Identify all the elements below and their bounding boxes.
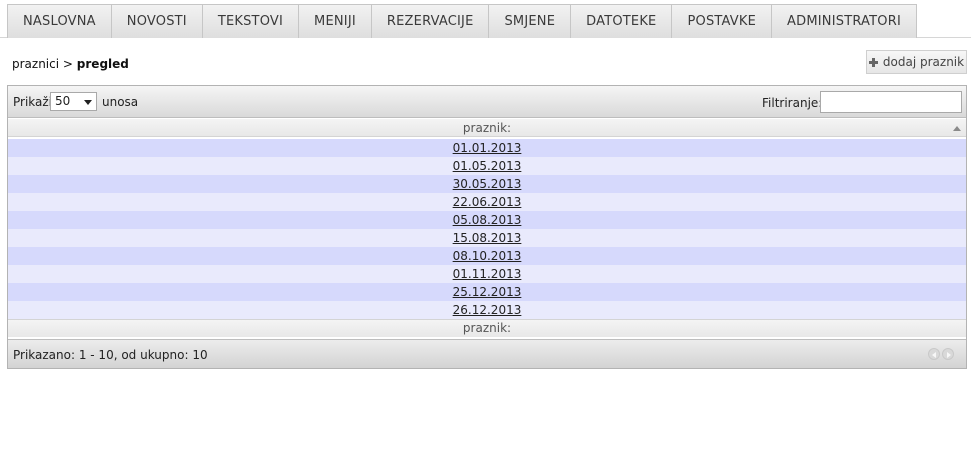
table-row: 01.01.2013 bbox=[8, 139, 966, 157]
breadcrumb-parent[interactable]: praznici bbox=[12, 57, 59, 71]
filter-input[interactable] bbox=[820, 91, 962, 113]
table-info-text: Prikazano: 1 - 10, od ukupno: 10 bbox=[13, 348, 208, 362]
holiday-link[interactable]: 05.08.2013 bbox=[453, 213, 522, 227]
plus-icon bbox=[868, 57, 878, 67]
tab-administratori[interactable]: ADMINISTRATORI bbox=[771, 4, 917, 38]
table-toolbar: Prikaži 50 unosa Filtriranje: bbox=[8, 86, 966, 118]
tab-bar: NASLOVNA NOVOSTI TEKSTOVI MENIJI REZERVA… bbox=[7, 4, 917, 38]
previous-page-icon[interactable] bbox=[928, 348, 940, 360]
page-length-select[interactable]: 50 bbox=[50, 92, 97, 111]
tab-meniji[interactable]: MENIJI bbox=[298, 4, 372, 38]
table-row: 30.05.2013 bbox=[8, 175, 966, 193]
tab-naslovna[interactable]: NASLOVNA bbox=[7, 4, 112, 38]
add-holiday-label: dodaj praznik bbox=[882, 55, 965, 69]
holiday-link[interactable]: 01.01.2013 bbox=[453, 141, 522, 155]
table-row: 01.11.2013 bbox=[8, 265, 966, 283]
tab-smjene[interactable]: SMJENE bbox=[488, 4, 572, 38]
tab-datoteke[interactable]: DATOTEKE bbox=[570, 4, 673, 38]
table-row: 26.12.2013 bbox=[8, 301, 966, 319]
holidays-table: Prikaži 50 unosa Filtriranje: praznik: 0… bbox=[7, 85, 967, 369]
table-row: 08.10.2013 bbox=[8, 247, 966, 265]
table-body: 01.01.2013 01.05.2013 30.05.2013 22.06.2… bbox=[8, 139, 966, 319]
column-footer-label: praznik: bbox=[462, 321, 512, 335]
table-row: 25.12.2013 bbox=[8, 283, 966, 301]
next-page-icon[interactable] bbox=[942, 348, 954, 360]
holiday-link[interactable]: 01.05.2013 bbox=[453, 159, 522, 173]
table-row: 15.08.2013 bbox=[8, 229, 966, 247]
holiday-link[interactable]: 08.10.2013 bbox=[453, 249, 522, 263]
pagination bbox=[928, 348, 954, 360]
table-row: 05.08.2013 bbox=[8, 211, 966, 229]
holiday-link[interactable]: 26.12.2013 bbox=[453, 303, 522, 317]
holiday-link[interactable]: 01.11.2013 bbox=[453, 267, 522, 281]
add-holiday-button[interactable]: dodaj praznik bbox=[866, 50, 967, 74]
table-row: 22.06.2013 bbox=[8, 193, 966, 211]
page-length-value: 50 bbox=[55, 94, 71, 108]
column-header-praznik[interactable]: praznik: bbox=[8, 119, 966, 137]
tab-novosti[interactable]: NOVOSTI bbox=[110, 4, 203, 38]
tab-tekstovi[interactable]: TEKSTOVI bbox=[201, 4, 300, 38]
column-footer-praznik: praznik: bbox=[8, 319, 966, 337]
column-header-label: praznik: bbox=[462, 121, 512, 135]
top-navigation: NASLOVNA NOVOSTI TEKSTOVI MENIJI REZERVA… bbox=[0, 0, 971, 38]
holiday-link[interactable]: 22.06.2013 bbox=[453, 195, 522, 209]
sort-ascending-icon bbox=[953, 126, 961, 131]
filter-label: Filtriranje: bbox=[762, 96, 823, 110]
holiday-link[interactable]: 25.12.2013 bbox=[453, 285, 522, 299]
tab-postavke[interactable]: POSTAVKE bbox=[671, 4, 773, 38]
chevron-down-icon bbox=[84, 100, 92, 105]
length-label: Prikaži bbox=[13, 95, 53, 109]
holiday-link[interactable]: 15.08.2013 bbox=[453, 231, 522, 245]
tab-rezervacije[interactable]: REZERVACIJE bbox=[370, 4, 490, 38]
table-info-bar: Prikazano: 1 - 10, od ukupno: 10 bbox=[8, 339, 966, 368]
holiday-link[interactable]: 30.05.2013 bbox=[453, 177, 522, 191]
breadcrumb-current: pregled bbox=[76, 57, 129, 71]
breadcrumb: praznici > pregled bbox=[12, 57, 129, 71]
length-suffix: unosa bbox=[102, 95, 139, 109]
table-row: 01.05.2013 bbox=[8, 157, 966, 175]
breadcrumb-separator: > bbox=[62, 57, 73, 71]
